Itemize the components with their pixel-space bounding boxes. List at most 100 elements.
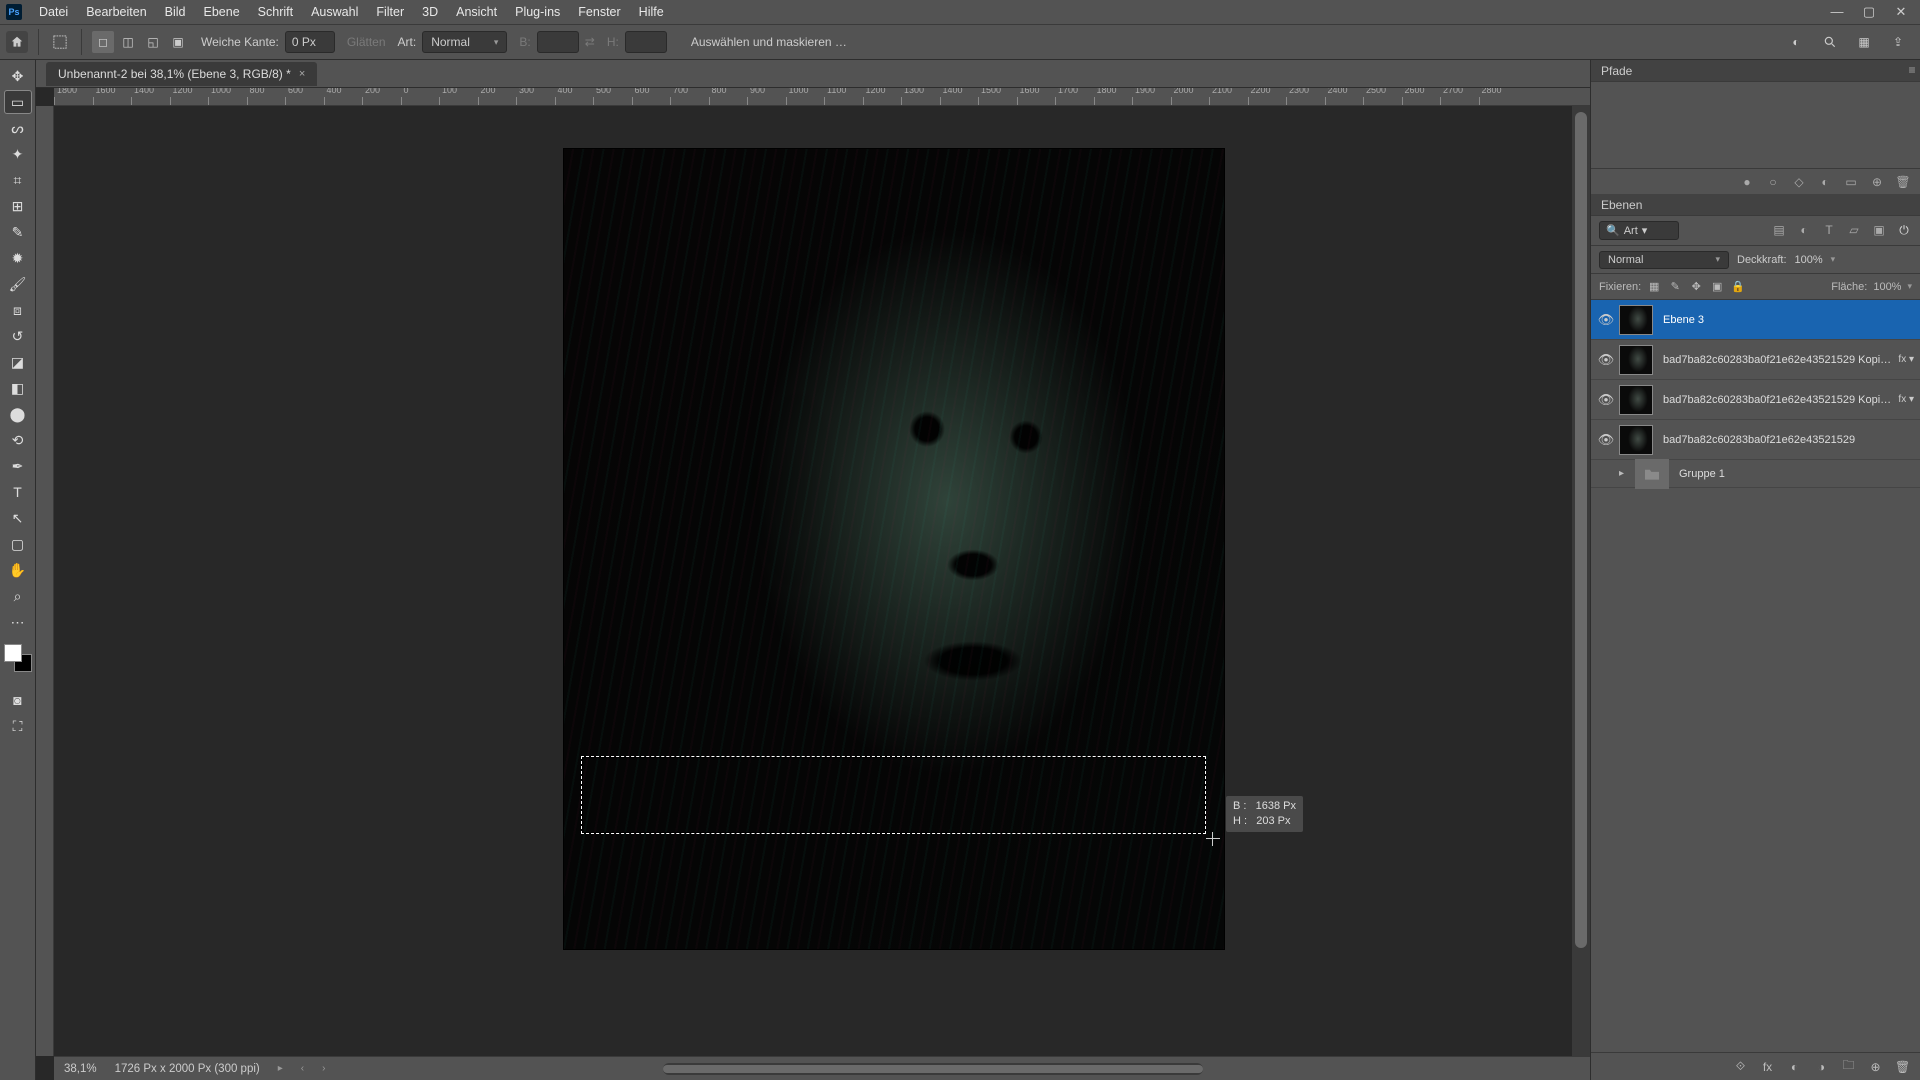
marquee-tool-icon[interactable]: ▭ (4, 90, 32, 114)
color-swatch[interactable] (4, 644, 32, 672)
path-new-icon[interactable]: ▭ (1844, 175, 1858, 189)
filter-adjust-icon[interactable]: ◐ (1796, 223, 1812, 238)
menu-datei[interactable]: Datei (30, 5, 77, 19)
path-selection-icon[interactable]: ◇ (1792, 175, 1806, 189)
stamp-tool-icon[interactable]: ⧈ (4, 298, 32, 322)
layer-visibility-icon[interactable]: 👁 (1597, 312, 1615, 328)
layer-name[interactable]: Gruppe 1 (1679, 468, 1914, 480)
healing-tool-icon[interactable]: ✹ (4, 246, 32, 270)
new-layer-icon[interactable]: ⊕ (1868, 1060, 1883, 1074)
zoom-tool-icon[interactable]: ⌕ (4, 584, 32, 608)
canvas[interactable]: B : 1638 Px H : 203 Px (54, 106, 1590, 1056)
menu-auswahl[interactable]: Auswahl (302, 5, 367, 19)
path-delete-icon[interactable]: 🗑 (1896, 175, 1910, 189)
window-minimize-icon[interactable]: — (1830, 4, 1844, 20)
document-info[interactable]: 1726 Px x 2000 Px (300 ppi) (115, 1063, 260, 1075)
opacity-value[interactable]: 100% (1795, 254, 1823, 266)
layer-mask-icon[interactable]: ◐ (1787, 1060, 1802, 1074)
delete-layer-icon[interactable]: 🗑 (1895, 1060, 1910, 1074)
menu-filter[interactable]: Filter (367, 5, 413, 19)
layer-visibility-icon[interactable]: 👁 (1597, 432, 1615, 448)
pfade-panel-tab[interactable]: Pfade ≡ (1591, 60, 1920, 82)
docinfo-next-icon[interactable]: › (322, 1063, 325, 1074)
window-maximize-icon[interactable]: ▢ (1862, 4, 1876, 20)
layer-row[interactable]: ▸ Gruppe 1 (1591, 460, 1920, 488)
cloud-docs-icon[interactable]: ◐ (1786, 32, 1806, 52)
workspace-icon[interactable]: ▦ (1854, 32, 1874, 52)
layer-fx-indicator-icon[interactable]: fx ▾ (1898, 354, 1914, 365)
gradient-tool-icon[interactable]: ◧ (4, 376, 32, 400)
filter-smart-icon[interactable]: ▣ (1871, 223, 1887, 238)
layer-name[interactable]: Ebene 3 (1663, 314, 1914, 326)
link-layers-icon[interactable]: ⟐ (1733, 1059, 1748, 1074)
horizontal-ruler[interactable]: 1800160014001200100080060040020001002003… (54, 88, 1590, 106)
group-expand-icon[interactable]: ▸ (1619, 468, 1631, 479)
pen-tool-icon[interactable]: ✒ (4, 454, 32, 478)
menu-ebene[interactable]: Ebene (195, 5, 249, 19)
path-stroke-icon[interactable]: ○ (1766, 175, 1780, 189)
quickmask-tool-icon[interactable]: ◙ (4, 688, 32, 712)
eyedropper-tool-icon[interactable]: ✎ (4, 220, 32, 244)
path-select-tool-icon[interactable]: ↖ (4, 506, 32, 530)
edit-toolbar-icon[interactable]: ⋯ (4, 610, 32, 634)
window-close-icon[interactable]: ✕ (1894, 4, 1908, 20)
vertical-ruler[interactable] (36, 106, 54, 1056)
layer-visibility-icon[interactable]: 👁 (1597, 392, 1615, 408)
horizontal-scrollbar[interactable] (663, 1063, 1203, 1075)
selection-new-icon[interactable]: ◻ (92, 31, 114, 53)
layer-name[interactable]: bad7ba82c60283ba0f21e62e43521529 (1663, 434, 1914, 446)
zoom-level[interactable]: 38,1% (64, 1063, 97, 1075)
filter-toggle-icon[interactable]: ⏻ (1896, 223, 1912, 238)
blend-mode-select[interactable]: Normal (1599, 251, 1729, 269)
lock-transparency-icon[interactable]: ▦ (1647, 280, 1661, 293)
menu-fenster[interactable]: Fenster (569, 5, 629, 19)
feather-input[interactable]: 0 Px (285, 31, 335, 53)
document-tab-close-icon[interactable]: × (299, 68, 305, 80)
lock-all-icon[interactable]: 🔒 (1731, 280, 1745, 293)
selection-intersect-icon[interactable]: ▣ (167, 31, 189, 53)
search-icon[interactable] (1820, 32, 1840, 52)
home-icon[interactable] (6, 31, 28, 53)
selection-subtract-icon[interactable]: ◱ (142, 31, 164, 53)
screenmode-tool-icon[interactable]: ⛶ (4, 714, 32, 738)
menu-schrift[interactable]: Schrift (249, 5, 302, 19)
menu-plugins[interactable]: Plug-ins (506, 5, 569, 19)
blur-tool-icon[interactable]: ⬤ (4, 402, 32, 426)
select-and-mask-button[interactable]: Auswählen und maskieren … (691, 35, 847, 49)
lock-pixels-icon[interactable]: ✎ (1668, 280, 1682, 293)
layer-row[interactable]: 👁 bad7ba82c60283ba0f21e62e43521529 Kopie … (1591, 380, 1920, 420)
layer-name[interactable]: bad7ba82c60283ba0f21e62e43521529 Kopie 3 (1663, 394, 1892, 406)
layer-kind-filter[interactable]: 🔍 Art ▾ (1599, 221, 1679, 240)
document-tab[interactable]: Unbenannt-2 bei 38,1% (Ebene 3, RGB/8) *… (46, 62, 317, 86)
style-select[interactable]: Normal (422, 31, 507, 53)
foreground-color-swatch[interactable] (4, 644, 22, 662)
menu-hilfe[interactable]: Hilfe (630, 5, 673, 19)
layer-row[interactable]: 👁bad7ba82c60283ba0f21e62e43521529 Kopie … (1591, 340, 1920, 380)
layer-row[interactable]: 👁 bad7ba82c60283ba0f21e62e43521529 (1591, 420, 1920, 460)
selection-add-icon[interactable]: ◫ (117, 31, 139, 53)
menu-ansicht[interactable]: Ansicht (447, 5, 506, 19)
hand-tool-icon[interactable]: ✋ (4, 558, 32, 582)
fill-value[interactable]: 100% (1873, 281, 1901, 293)
share-icon[interactable]: ⇪ (1888, 32, 1908, 52)
panel-menu-icon[interactable]: ≡ (1904, 60, 1920, 80)
adjustment-layer-icon[interactable]: ◑ (1814, 1060, 1829, 1074)
shape-tool-icon[interactable]: ▢ (4, 532, 32, 556)
layer-fx-indicator-icon[interactable]: fx ▾ (1898, 394, 1914, 405)
filter-pixel-icon[interactable]: ▤ (1771, 223, 1787, 238)
layer-row[interactable]: 👁 Ebene 3 (1591, 300, 1920, 340)
layer-fx-icon[interactable]: fx (1760, 1060, 1775, 1074)
filter-shape-icon[interactable]: ▱ (1846, 223, 1862, 238)
lock-artboard-icon[interactable]: ▣ (1710, 280, 1724, 293)
history-brush-tool-icon[interactable]: ↺ (4, 324, 32, 348)
ebenen-panel-tab[interactable]: Ebenen ≡ (1591, 194, 1920, 216)
layer-visibility-icon[interactable]: 👁 (1597, 352, 1615, 368)
menu-bild[interactable]: Bild (156, 5, 195, 19)
layer-group-icon[interactable]: 🗀 (1841, 1056, 1856, 1077)
menu-3d[interactable]: 3D (413, 5, 447, 19)
path-fill-icon[interactable]: ● (1740, 175, 1754, 189)
path-add-icon[interactable]: ⊕ (1870, 175, 1884, 189)
type-tool-icon[interactable]: T (4, 480, 32, 504)
crop-tool-icon[interactable]: ⌗ (4, 168, 32, 192)
dodge-tool-icon[interactable]: ⟲ (4, 428, 32, 452)
